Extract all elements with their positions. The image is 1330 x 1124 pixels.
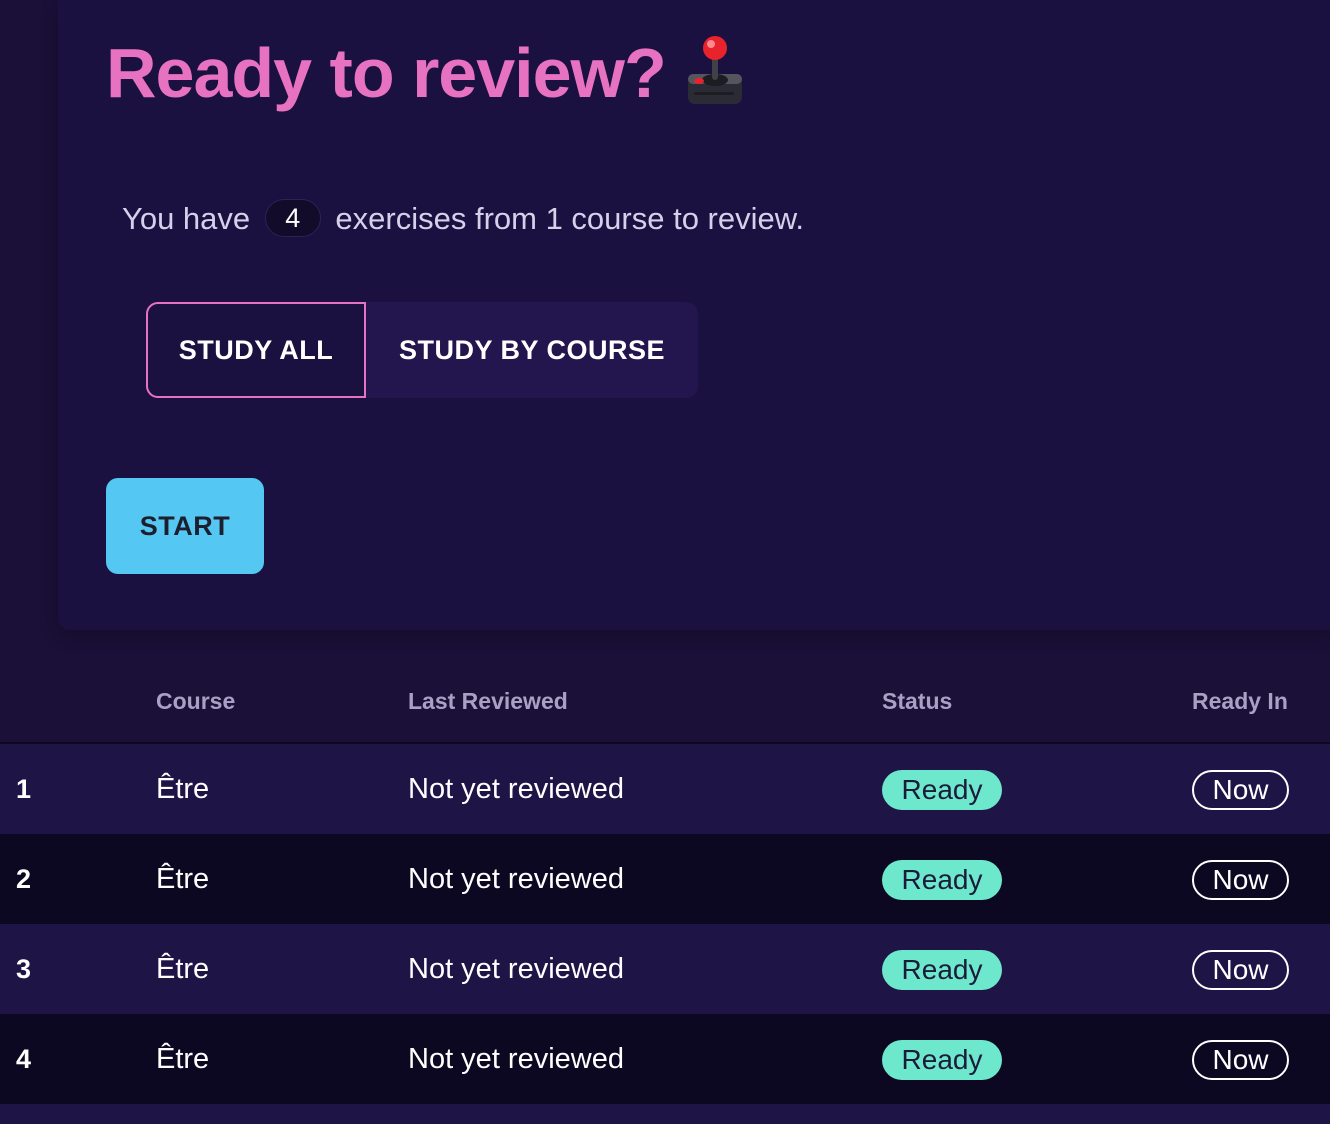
table-row[interactable]: 2 Être Not yet reviewed Ready Now bbox=[0, 834, 1330, 924]
row-index: 1 bbox=[16, 774, 32, 804]
row-index: 3 bbox=[16, 954, 32, 984]
status-badge: Ready bbox=[882, 770, 1002, 811]
ready-in-badge: Now bbox=[1192, 1040, 1289, 1081]
row-index: 4 bbox=[16, 1044, 32, 1074]
header-last-reviewed[interactable]: Last Reviewed bbox=[408, 688, 568, 715]
ready-in-badge: Now bbox=[1192, 860, 1289, 901]
study-all-button[interactable]: STUDY ALL bbox=[146, 302, 366, 398]
header-course[interactable]: Course bbox=[156, 688, 235, 715]
status-badge: Ready bbox=[882, 860, 1002, 901]
row-ready-in-cell: Now bbox=[1192, 1014, 1289, 1104]
row-last-reviewed: Not yet reviewed bbox=[408, 953, 624, 985]
summary-suffix: exercises from 1 course to review. bbox=[335, 201, 805, 236]
review-summary: You have 4 exercises from 1 course to re… bbox=[122, 196, 804, 242]
page-title-text: Ready to review? bbox=[106, 34, 667, 112]
status-badge: Ready bbox=[882, 1040, 1002, 1081]
row-status-cell: Ready bbox=[882, 744, 1002, 834]
row-ready-in-cell: Now bbox=[1192, 744, 1289, 834]
row-course: Être bbox=[156, 953, 210, 985]
table-row[interactable]: 3 Être Not yet reviewed Ready Now bbox=[0, 924, 1330, 1014]
row-last-reviewed: Not yet reviewed bbox=[408, 773, 624, 805]
row-status-cell: Ready bbox=[882, 924, 1002, 1014]
table-row[interactable]: 1 Être Not yet reviewed Ready Now bbox=[0, 744, 1330, 834]
row-course: Être bbox=[156, 773, 210, 805]
row-ready-in-cell: Now bbox=[1192, 834, 1289, 924]
row-course: Être bbox=[156, 863, 210, 895]
status-badge: Ready bbox=[882, 950, 1002, 991]
row-last-reviewed: Not yet reviewed bbox=[408, 1043, 624, 1075]
exercise-count-badge: 4 bbox=[264, 199, 321, 237]
page-title: Ready to review? bbox=[106, 28, 746, 129]
ready-in-badge: Now bbox=[1192, 770, 1289, 811]
header-ready-in[interactable]: Ready In bbox=[1192, 688, 1288, 715]
row-status-cell: Ready bbox=[882, 834, 1002, 924]
row-ready-in-cell: Now bbox=[1192, 924, 1289, 1014]
row-status-cell: Ready bbox=[882, 1014, 1002, 1104]
review-page: Ready to review? You have 4 exercises fr… bbox=[0, 0, 1330, 1124]
study-by-course-button[interactable]: STUDY BY COURSE bbox=[366, 302, 698, 398]
table-header: Course Last Reviewed Status Ready In bbox=[0, 660, 1330, 744]
table-row[interactable]: 4 Être Not yet reviewed Ready Now bbox=[0, 1014, 1330, 1104]
start-button[interactable]: START bbox=[106, 478, 264, 574]
header-status[interactable]: Status bbox=[882, 688, 952, 715]
table-row-partial bbox=[0, 1104, 1330, 1124]
row-last-reviewed: Not yet reviewed bbox=[408, 863, 624, 895]
summary-prefix: You have bbox=[122, 201, 251, 236]
joystick-icon bbox=[684, 34, 746, 129]
row-index: 2 bbox=[16, 864, 32, 894]
ready-in-badge: Now bbox=[1192, 950, 1289, 991]
study-mode-toggle: STUDY ALL STUDY BY COURSE bbox=[146, 302, 698, 398]
row-course: Être bbox=[156, 1043, 210, 1075]
review-table: Course Last Reviewed Status Ready In 1 Ê… bbox=[0, 660, 1330, 1124]
